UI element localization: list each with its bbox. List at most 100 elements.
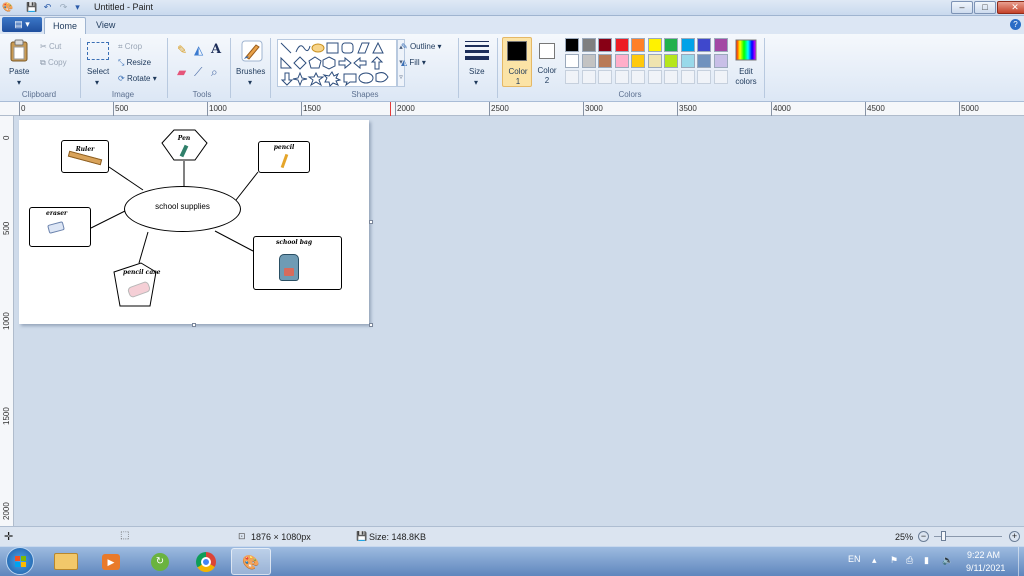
palette-swatch[interactable] xyxy=(664,38,678,52)
close-button[interactable]: ✕ xyxy=(997,1,1024,14)
tab-view[interactable]: View xyxy=(88,17,123,34)
taskbar-app-button[interactable]: ↻ xyxy=(140,548,180,575)
brushes-button[interactable] xyxy=(240,39,264,65)
ruler-label: 2500 xyxy=(491,104,509,113)
zoom-in-button[interactable]: + xyxy=(1009,531,1020,542)
palette-swatch[interactable] xyxy=(565,38,579,52)
show-desktop-button[interactable] xyxy=(1018,547,1024,576)
school-bag-node[interactable]: school bag xyxy=(253,236,342,290)
palette-swatch[interactable] xyxy=(631,54,645,68)
ruler-node[interactable]: Ruler xyxy=(61,140,109,173)
palette-custom-slot[interactable] xyxy=(647,70,662,84)
crop-button[interactable]: ⌗ Crop xyxy=(118,41,142,52)
volume-icon[interactable]: 🔈 xyxy=(942,555,953,566)
paint-app-icon[interactable]: 🎨 xyxy=(2,2,13,13)
tab-home[interactable]: Home xyxy=(44,17,87,34)
palette-custom-slot[interactable] xyxy=(565,70,579,84)
brushes-dropdown-icon[interactable]: ▾ xyxy=(248,78,252,87)
start-button[interactable] xyxy=(6,547,34,575)
palette-custom-slot[interactable] xyxy=(713,70,728,84)
palette-swatch[interactable] xyxy=(680,38,695,52)
color-picker-icon[interactable]: ⟋ xyxy=(193,65,207,79)
network-icon[interactable]: ▮ xyxy=(924,555,929,566)
palette-swatch[interactable] xyxy=(697,38,711,52)
cut-button[interactable]: ✂ Cut xyxy=(40,41,61,51)
drawing-canvas[interactable]: school supplies Ruler Pen pencil eraser … xyxy=(19,120,369,324)
device-icon[interactable]: ⎙ xyxy=(906,555,913,566)
palette-custom-slot[interactable] xyxy=(631,70,645,84)
palette-swatch[interactable] xyxy=(598,38,612,52)
divider xyxy=(230,38,231,98)
zoom-slider-thumb[interactable] xyxy=(941,531,946,541)
canvas-resize-handle-right[interactable] xyxy=(369,220,373,224)
pencil-case-node-label: pencil case xyxy=(123,269,161,276)
taskbar-chrome-button[interactable] xyxy=(186,548,226,575)
folder-icon xyxy=(54,553,78,570)
canvas-resize-handle-corner[interactable] xyxy=(369,323,373,327)
pencil-node[interactable]: pencil xyxy=(258,141,310,173)
palette-swatch[interactable] xyxy=(647,54,662,68)
fill-button[interactable]: ◭ Fill ▾ xyxy=(401,57,426,67)
help-icon[interactable]: ? xyxy=(1010,19,1021,30)
palette-swatch[interactable] xyxy=(713,54,728,68)
center-topic-ellipse[interactable]: school supplies xyxy=(124,186,241,232)
palette-custom-slot[interactable] xyxy=(581,70,596,84)
edit-colors-button[interactable] xyxy=(735,39,757,63)
palette-swatch[interactable] xyxy=(614,38,629,52)
size-button[interactable] xyxy=(465,41,489,60)
color1-button[interactable]: Color 1 xyxy=(502,37,532,87)
tray-expand-icon[interactable]: ▴ xyxy=(872,555,877,566)
minimize-button[interactable]: – xyxy=(951,1,973,14)
palette-custom-slot[interactable] xyxy=(697,70,711,84)
fill-bucket-icon[interactable]: ◭ xyxy=(193,43,207,57)
action-center-icon[interactable]: ⚑ xyxy=(890,555,898,566)
qat-customize-icon[interactable]: ▾ xyxy=(72,2,83,13)
paste-dropdown-icon[interactable]: ▾ xyxy=(17,78,21,87)
palette-custom-slot[interactable] xyxy=(664,70,678,84)
palette-swatch[interactable] xyxy=(647,38,662,52)
edit-colors-label: Edit colors xyxy=(735,67,757,86)
maximize-button[interactable]: □ xyxy=(974,1,996,14)
eraser-node[interactable]: eraser xyxy=(29,207,91,247)
palette-swatch[interactable] xyxy=(581,38,596,52)
palette-swatch[interactable] xyxy=(581,54,596,68)
palette-custom-slot[interactable] xyxy=(680,70,695,84)
file-menu-button[interactable]: ▤ ▾ xyxy=(2,17,42,32)
color1-swatch xyxy=(507,41,527,61)
select-dropdown-icon[interactable]: ▾ xyxy=(95,78,99,87)
text-tool-icon[interactable]: A xyxy=(210,42,224,56)
select-button[interactable] xyxy=(87,42,109,60)
taskbar-paint-button[interactable]: 🎨 xyxy=(231,548,271,575)
canvas-resize-handle-bottom[interactable] xyxy=(192,323,196,327)
palette-swatch[interactable] xyxy=(697,54,711,68)
palette-swatch[interactable] xyxy=(614,54,629,68)
palette-swatch[interactable] xyxy=(680,54,695,68)
resize-button[interactable]: ⤡ Resize xyxy=(118,57,151,68)
palette-swatch[interactable] xyxy=(664,54,678,68)
palette-custom-slot[interactable] xyxy=(598,70,612,84)
taskbar-explorer-button[interactable] xyxy=(46,548,86,575)
size-line-icon xyxy=(465,50,489,53)
clock-time[interactable]: 9:22 AM xyxy=(967,550,1000,560)
language-indicator[interactable]: EN xyxy=(848,554,861,564)
save-icon[interactable]: 💾 xyxy=(26,2,37,13)
copy-button[interactable]: ⧉ Copy xyxy=(40,57,67,68)
palette-swatch[interactable] xyxy=(598,54,612,68)
undo-icon[interactable]: ↶ xyxy=(42,2,53,13)
palette-swatch[interactable] xyxy=(631,38,645,52)
rotate-button[interactable]: ⟳ Rotate ▾ xyxy=(118,73,157,83)
palette-swatch[interactable] xyxy=(713,38,728,52)
taskbar-media-button[interactable]: ▶ xyxy=(91,548,131,575)
magnifier-icon[interactable]: ⌕ xyxy=(210,65,224,79)
redo-icon[interactable]: ↷ xyxy=(58,2,69,13)
size-dropdown-icon[interactable]: ▾ xyxy=(474,78,478,87)
eraser-tool-icon[interactable]: ▰ xyxy=(176,65,190,79)
palette-custom-slot[interactable] xyxy=(614,70,629,84)
zoom-out-button[interactable]: − xyxy=(918,531,929,542)
pencil-tool-icon[interactable]: ✎ xyxy=(176,43,190,57)
paste-button[interactable] xyxy=(8,39,32,65)
color2-button[interactable]: Color 2 xyxy=(535,37,561,87)
palette-swatch[interactable] xyxy=(565,54,579,68)
outline-button[interactable]: ✎ Outline ▾ xyxy=(401,41,442,51)
clock-date[interactable]: 9/11/2021 xyxy=(966,563,1005,573)
